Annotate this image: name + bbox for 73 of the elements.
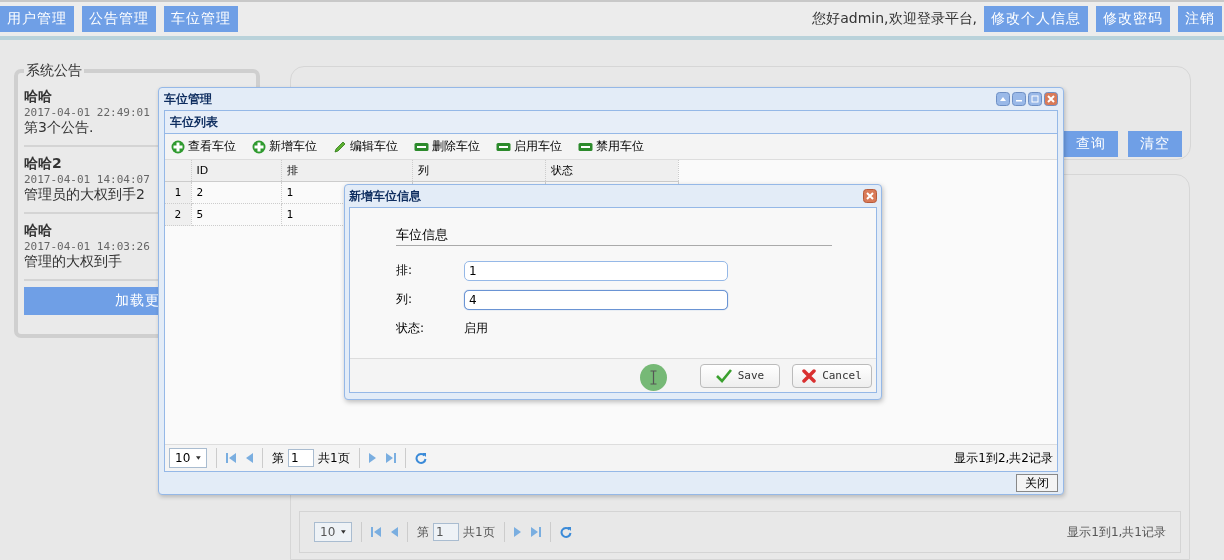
refresh-icon[interactable] (559, 526, 572, 538)
notice-content: 管理员的大权到手2 (24, 186, 145, 204)
page-size-select[interactable]: 10 (314, 522, 352, 542)
page-number-field[interactable]: 1 (288, 449, 314, 467)
field-value: 启用 (464, 320, 488, 337)
refresh-icon[interactable] (414, 452, 427, 464)
page-size-select[interactable]: 10 (169, 448, 207, 468)
toolbar-button[interactable]: 删除车位 (414, 138, 480, 155)
column-header[interactable]: 排 (281, 160, 412, 182)
close-icon[interactable] (1044, 92, 1058, 106)
pencil-icon (333, 139, 347, 154)
panel-title: 车位列表 (165, 111, 1057, 134)
minus-icon (578, 140, 593, 153)
last-page-icon[interactable] (530, 526, 541, 538)
record-summary: 显示1到2,共2记录 (954, 449, 1053, 467)
toolbar-button[interactable]: 启用车位 (496, 138, 562, 155)
panel-title: 系统公告 (25, 62, 83, 80)
page-label: 第 (272, 449, 284, 467)
caret-icon (196, 455, 201, 461)
window-title: 车位管理 (164, 90, 212, 108)
minimize-icon[interactable] (1012, 92, 1026, 106)
minus-icon (496, 140, 511, 153)
caret-icon (341, 529, 346, 535)
notice-time: 2017-04-01 14:03:26 (24, 240, 150, 253)
save-button[interactable]: Save (700, 363, 780, 388)
section-title: 车位信息 (396, 226, 832, 246)
previous-page-icon[interactable] (245, 452, 253, 464)
first-page-icon[interactable] (371, 526, 381, 538)
toolbar-button[interactable]: 新增车位 (252, 138, 317, 155)
table-cell: 5 (191, 203, 281, 226)
notice-content: 第3个公告. (24, 119, 94, 137)
toolbar-button[interactable]: 查看车位 (171, 138, 236, 155)
plus-icon (171, 139, 185, 154)
maximize-icon[interactable] (1028, 92, 1042, 106)
cross-icon (802, 368, 817, 383)
text-cursor-icon (640, 364, 667, 391)
cancel-button[interactable]: Cancel (792, 363, 872, 388)
page-label: 第 (417, 523, 429, 541)
table-cell: 2 (191, 181, 281, 204)
check-icon (715, 368, 732, 383)
row-number: 2 (165, 203, 191, 226)
close-button[interactable]: 关闭 (1016, 474, 1058, 492)
row-number: 1 (165, 181, 191, 204)
plus-icon (252, 139, 266, 154)
last-page-icon[interactable] (385, 452, 396, 464)
input-field[interactable]: 4 (464, 289, 728, 310)
notice-title[interactable]: 哈哈2 (24, 155, 62, 173)
field-label: 排: (396, 262, 414, 279)
next-page-icon[interactable] (513, 526, 522, 538)
notice-title[interactable]: 哈哈 (24, 88, 52, 106)
field-label: 列: (396, 291, 414, 308)
total-pages: 共1页 (318, 449, 350, 467)
total-pages: 共1页 (463, 523, 495, 541)
previous-page-icon[interactable] (390, 526, 398, 538)
column-header[interactable]: 列 (412, 160, 545, 182)
column-header[interactable]: ID (191, 160, 281, 182)
collapse-icon[interactable] (996, 92, 1010, 106)
notice-time: 2017-04-01 14:04:07 (24, 173, 150, 186)
first-page-icon[interactable] (226, 452, 236, 464)
close-icon[interactable] (863, 189, 877, 203)
toolbar-button[interactable]: 禁用车位 (578, 138, 644, 155)
column-header[interactable]: 状态 (545, 160, 678, 182)
input-field[interactable]: 1 (464, 260, 728, 281)
record-summary: 显示1到1,共1记录 (1067, 523, 1166, 541)
notice-title[interactable]: 哈哈 (24, 222, 52, 240)
minus-icon (414, 140, 429, 153)
notice-content: 管理的大权到手 (24, 253, 122, 271)
toolbar-button[interactable]: 编辑车位 (333, 138, 398, 155)
greeting-text: 您好admin,欢迎登录平台, (812, 10, 977, 28)
field-label: 状态: (396, 320, 426, 337)
notice-time: 2017-04-01 22:49:01 (24, 106, 150, 119)
page-number-field[interactable]: 1 (433, 523, 459, 541)
next-page-icon[interactable] (368, 452, 377, 464)
